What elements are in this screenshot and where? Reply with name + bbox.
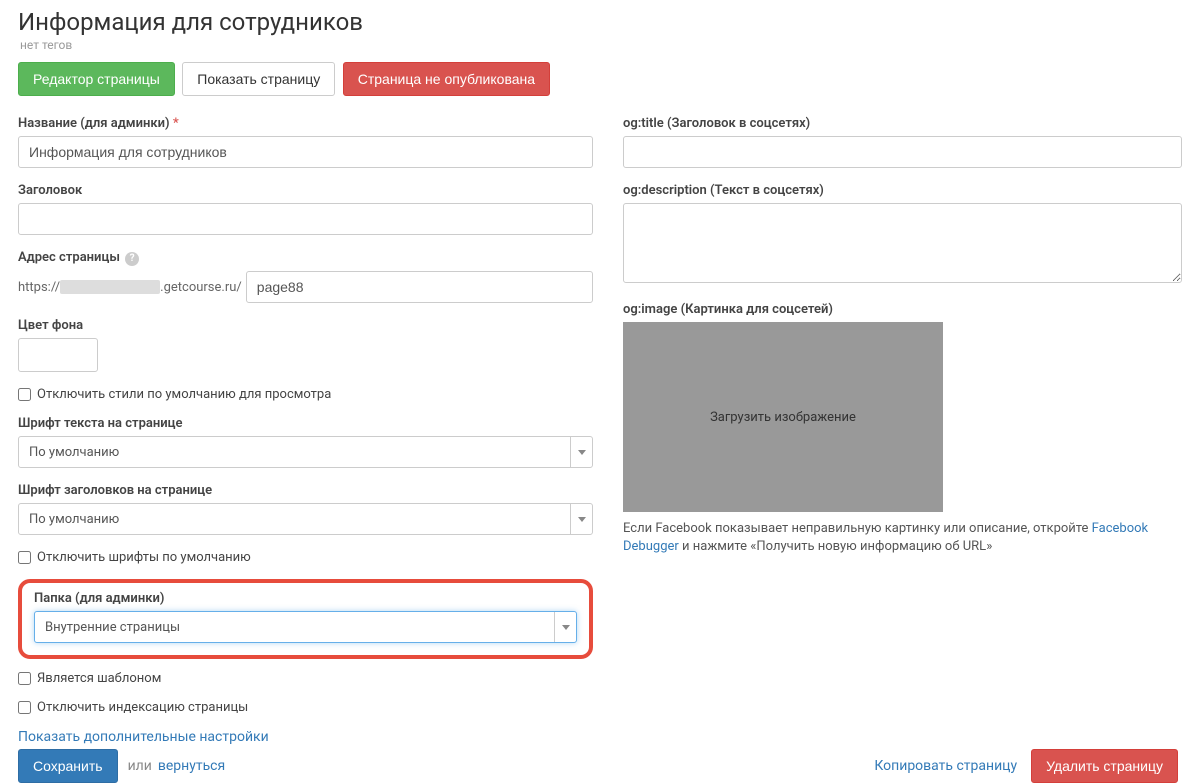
page-title: Информация для сотрудников [18, 8, 1182, 36]
required-marker: * [173, 116, 179, 131]
folder-value: Внутренние страницы [35, 620, 554, 635]
og-hint-text: Если Facebook показывает неправильную ка… [623, 520, 1182, 556]
back-link[interactable]: вернуться [158, 758, 225, 774]
show-page-button[interactable]: Показать страницу [182, 62, 335, 96]
disable-index-label: Отключить индексацию страницы [37, 700, 248, 715]
or-text: или [128, 758, 152, 774]
save-button[interactable]: Сохранить [18, 749, 118, 783]
page-editor-button[interactable]: Редактор страницы [18, 62, 175, 96]
heading-font-label: Шрифт заголовков на странице [18, 483, 593, 498]
heading-font-select[interactable]: По умолчанию [18, 503, 593, 535]
disable-fonts-label: Отключить шрифты по умолчанию [37, 550, 251, 565]
show-more-settings-link[interactable]: Показать дополнительные настройки [18, 729, 269, 745]
bgcolor-input[interactable] [18, 338, 98, 372]
action-buttons-row: Редактор страницы Показать страницу Стра… [18, 62, 1182, 96]
name-label: Название (для админки) * [18, 116, 593, 131]
is-template-label: Является шаблоном [37, 671, 161, 686]
folder-select[interactable]: Внутренние страницы [34, 611, 577, 643]
disable-styles-checkbox[interactable] [18, 388, 31, 401]
delete-page-button[interactable]: Удалить страницу [1031, 749, 1178, 783]
url-prefix: https://.getcourse.ru/ [18, 280, 242, 295]
page-unpublished-button[interactable]: Страница не опубликована [343, 62, 550, 96]
og-title-label: og:title (Заголовок в соцсетях) [623, 116, 1182, 131]
folder-highlight-box: Папка (для админки) Внутренние страницы [18, 579, 593, 659]
help-icon[interactable]: ? [125, 252, 139, 266]
heading-input[interactable] [18, 203, 593, 235]
heading-font-value: По умолчанию [19, 512, 570, 527]
text-font-label: Шрифт текста на странице [18, 416, 593, 431]
text-font-value: По умолчанию [19, 445, 570, 460]
folder-label: Папка (для админки) [34, 591, 577, 606]
og-image-label: og:image (Картинка для соцсетей) [623, 302, 1182, 317]
heading-label: Заголовок [18, 183, 593, 198]
og-description-textarea[interactable] [623, 203, 1182, 283]
disable-styles-label: Отключить стили по умолчанию для просмот… [37, 387, 331, 402]
text-font-select[interactable]: По умолчанию [18, 436, 593, 468]
og-description-label: og:description (Текст в соцсетях) [623, 183, 1182, 198]
name-input[interactable] [18, 136, 593, 168]
chevron-down-icon [554, 612, 576, 642]
og-title-input[interactable] [623, 136, 1182, 168]
copy-page-link[interactable]: Копировать страницу [874, 758, 1017, 774]
disable-index-checkbox[interactable] [18, 701, 31, 714]
og-image-upload-box[interactable]: Загрузить изображение [623, 322, 943, 512]
slug-input[interactable] [246, 271, 593, 303]
chevron-down-icon [570, 504, 592, 534]
is-template-checkbox[interactable] [18, 672, 31, 685]
no-tags-label: нет тегов [20, 38, 1182, 52]
chevron-down-icon [570, 437, 592, 467]
address-label: Адрес страницы ? [18, 250, 593, 266]
disable-fonts-checkbox[interactable] [18, 551, 31, 564]
bgcolor-label: Цвет фона [18, 318, 593, 333]
og-image-upload-text: Загрузить изображение [710, 410, 856, 425]
